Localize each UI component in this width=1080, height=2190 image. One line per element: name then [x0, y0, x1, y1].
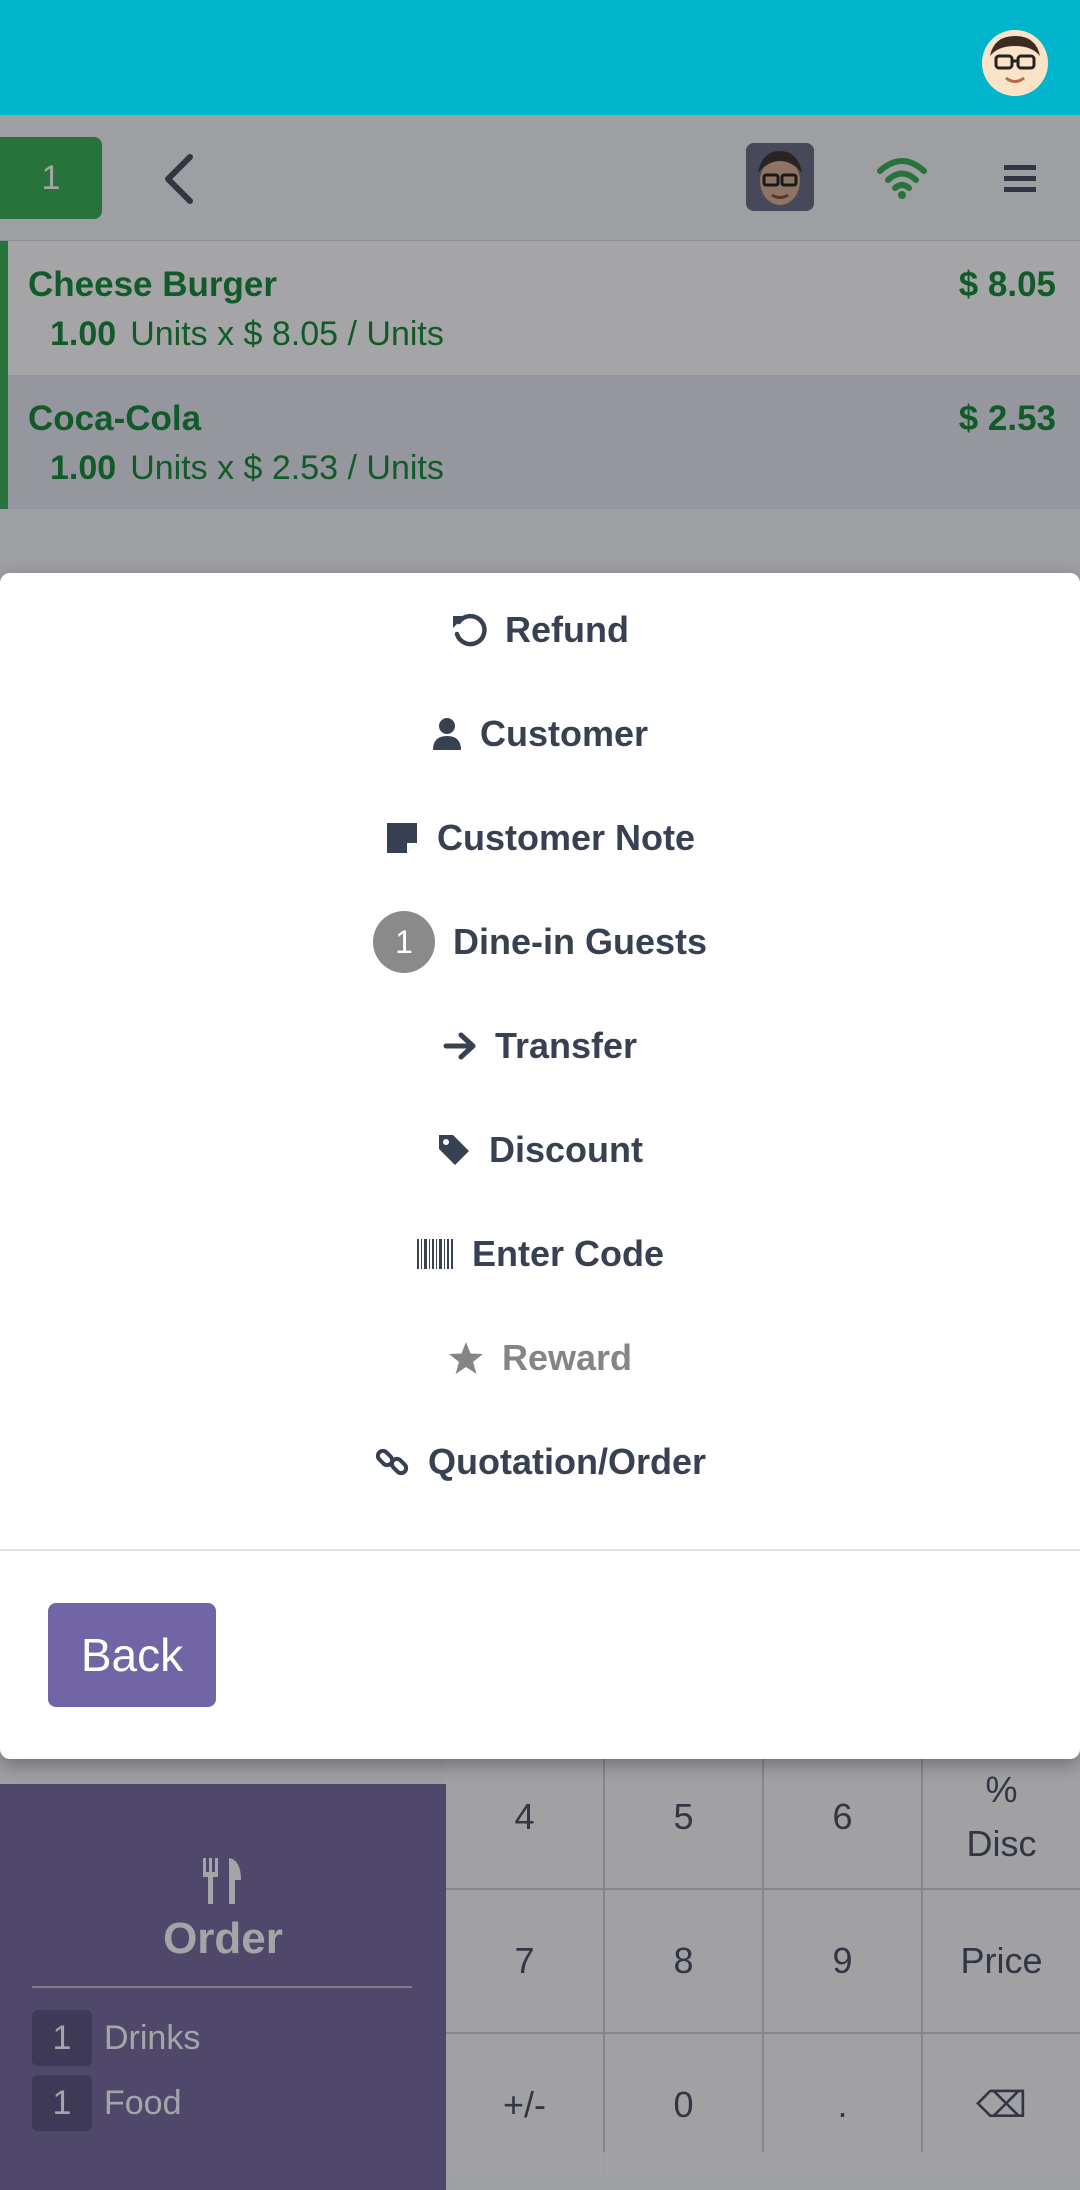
- link-icon: [374, 1444, 410, 1480]
- dine-in-guests-label: Dine-in Guests: [452, 921, 708, 962]
- quotation-order-button[interactable]: Quotation/Order: [0, 1417, 1080, 1507]
- top-bar: [0, 0, 1080, 115]
- barcode-icon: [416, 1238, 454, 1270]
- reward-label: Reward: [501, 1337, 633, 1378]
- discount-button[interactable]: Discount: [0, 1105, 1080, 1195]
- quotation-order-label: Quotation/Order: [428, 1441, 706, 1482]
- refund-label: Refund: [505, 609, 629, 650]
- transfer-label: Transfer: [494, 1025, 638, 1066]
- tag-icon: [437, 1133, 471, 1167]
- enter-code-label: Enter Code: [471, 1233, 665, 1274]
- dine-in-guests-button[interactable]: 1 Dine-in Guests: [0, 897, 1080, 987]
- customer-label: Customer: [479, 713, 649, 754]
- control-buttons-modal: Refund Customer Customer Note 1 Dine-in …: [0, 573, 1080, 1759]
- customer-button[interactable]: Customer: [0, 689, 1080, 779]
- star-icon: [448, 1341, 484, 1375]
- arrow-right-icon: [443, 1031, 477, 1061]
- guest-count-badge: 1: [372, 911, 435, 973]
- user-icon: [432, 717, 462, 751]
- discount-label: Discount: [488, 1129, 643, 1170]
- user-avatar[interactable]: [982, 30, 1048, 96]
- note-icon: [385, 821, 419, 855]
- refund-icon: [451, 612, 487, 648]
- modal-footer-divider: [0, 1549, 1080, 1551]
- refund-button[interactable]: Refund: [0, 585, 1080, 675]
- reward-button[interactable]: Reward: [0, 1313, 1080, 1403]
- customer-note-label: Customer Note: [436, 817, 696, 858]
- enter-code-button[interactable]: Enter Code: [0, 1209, 1080, 1299]
- customer-note-button[interactable]: Customer Note: [0, 793, 1080, 883]
- transfer-button[interactable]: Transfer: [0, 1001, 1080, 1091]
- back-button[interactable]: Back: [48, 1603, 216, 1707]
